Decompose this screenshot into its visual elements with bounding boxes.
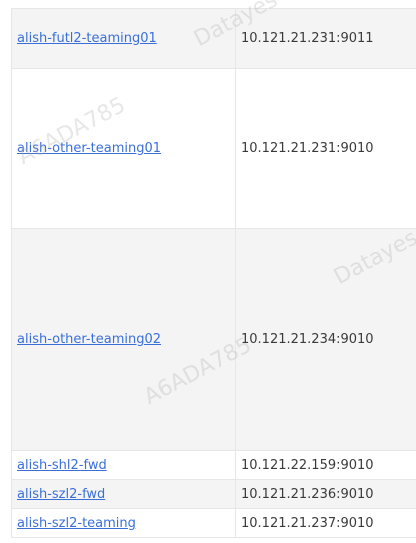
host-name-cell: alish-futl2-teaming01 [11, 8, 236, 69]
host-address-cell: 10.121.21.234:9010 [235, 228, 416, 451]
host-address-cell: 10.121.21.231:9011 [235, 8, 416, 69]
host-address-cell: 10.121.21.236:9010 [235, 479, 416, 509]
host-link[interactable]: alish-other-teaming02 [17, 332, 161, 347]
host-address-cell: 10.121.22.159:9010 [235, 450, 416, 480]
host-address-cell: 10.121.21.231:9010 [235, 68, 416, 229]
table-row: alish-szl2-teaming 10.121.21.237:9010 [11, 508, 416, 538]
host-name-cell: alish-szl2-fwd [11, 479, 236, 509]
host-name-cell: alish-other-teaming01 [11, 68, 236, 229]
host-link[interactable]: alish-other-teaming01 [17, 141, 161, 156]
table-row: alish-shl2-fwd 10.121.22.159:9010 [11, 450, 416, 480]
table-row: alish-szl2-fwd 10.121.21.236:9010 [11, 479, 416, 509]
host-address-cell: 10.121.21.237:9010 [235, 508, 416, 538]
host-link[interactable]: alish-szl2-teaming [17, 516, 136, 531]
host-link[interactable]: alish-szl2-fwd [17, 487, 105, 502]
host-name-cell: alish-shl2-fwd [11, 450, 236, 480]
host-name-cell: alish-szl2-teaming [11, 508, 236, 538]
table-row: alish-other-teaming02 10.121.21.234:9010 [11, 228, 416, 451]
table-row: alish-other-teaming01 10.121.21.231:9010 [11, 68, 416, 229]
host-name-cell: alish-other-teaming02 [11, 228, 236, 451]
host-table: alish-futl2-teaming01 10.121.21.231:9011… [11, 8, 416, 538]
page: alish-futl2-teaming01 10.121.21.231:9011… [0, 0, 416, 543]
table-row: alish-futl2-teaming01 10.121.21.231:9011 [11, 8, 416, 69]
host-link[interactable]: alish-futl2-teaming01 [17, 31, 157, 46]
host-link[interactable]: alish-shl2-fwd [17, 458, 107, 473]
